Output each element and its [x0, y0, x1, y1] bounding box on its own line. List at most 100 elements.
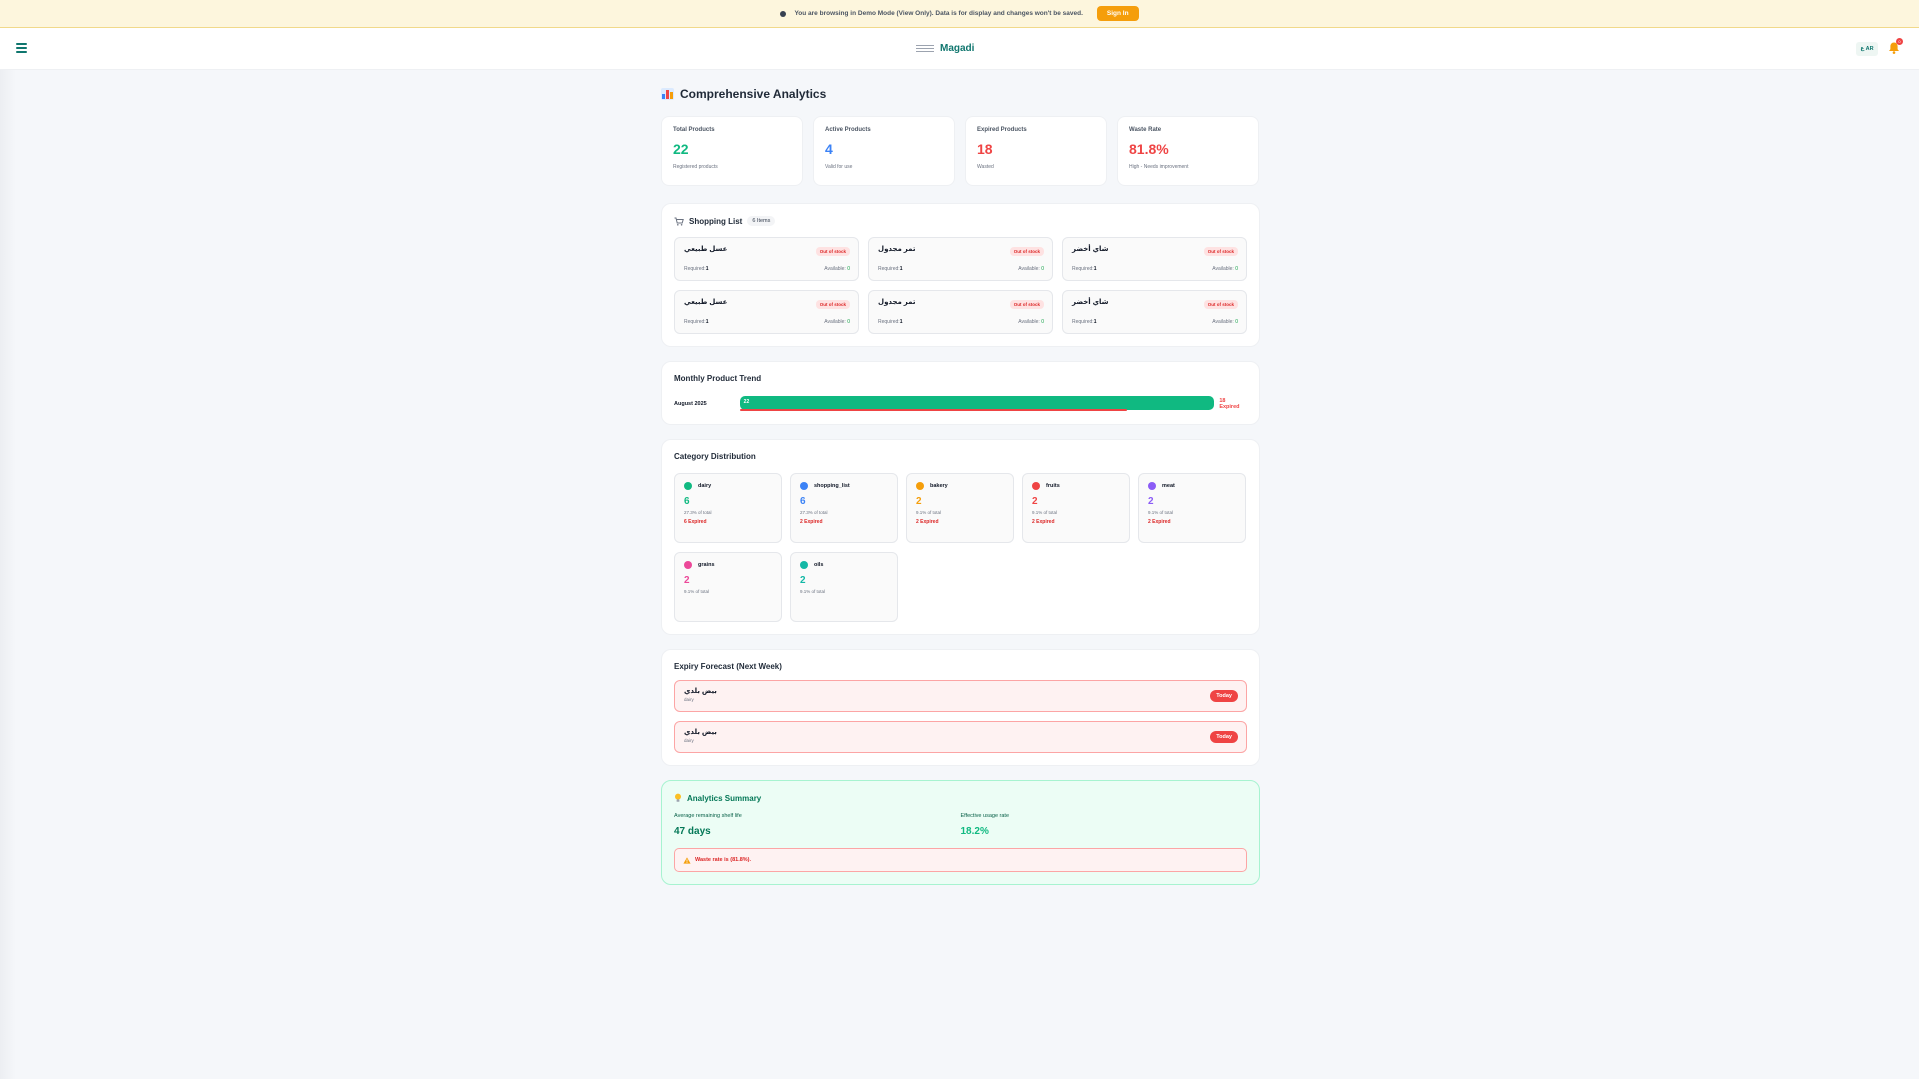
brand-logo-icon: [916, 40, 934, 56]
category-card-oils[interactable]: oils 2 9.1% of total: [790, 552, 898, 622]
sign-in-button[interactable]: Sign In: [1096, 6, 1139, 21]
notifications-button[interactable]: 0: [1887, 38, 1903, 55]
shopping-item[interactable]: عسل طبيعي Out of stock Required:1 Availa…: [674, 290, 859, 334]
brand[interactable]: Magadi: [916, 40, 974, 56]
forecast-item-category: dairy: [684, 738, 694, 743]
required-qty: Required:1: [684, 319, 708, 325]
category-percent: 27.3% of total: [684, 510, 712, 515]
category-percent: 9.1% of total: [916, 510, 942, 515]
required-label: Required:: [878, 319, 900, 325]
required-qty: Required:1: [878, 266, 902, 272]
category-card-grains[interactable]: grains 2 9.1% of total: [674, 552, 782, 622]
bar-chart-icon: [661, 88, 674, 100]
required-label: Required:: [1072, 319, 1094, 325]
category-count: 2: [1032, 496, 1038, 507]
stat-card-waste-rate: Waste Rate 81.8% High - Needs improvemen…: [1117, 116, 1259, 186]
available-value: 0: [1235, 266, 1238, 272]
category-expired: 2 Expired: [1148, 519, 1171, 525]
category-color-dot: [916, 482, 924, 490]
trend-month: August 2025: [674, 401, 707, 407]
stat-value: 81.8%: [1129, 141, 1169, 157]
category-expired: 6 Expired: [684, 519, 707, 525]
required-label: Required:: [878, 266, 900, 272]
category-count: 2: [684, 575, 690, 586]
page-title-text: Comprehensive Analytics: [680, 87, 827, 101]
analytics-summary-title-text: Analytics Summary: [687, 793, 762, 803]
category-percent: 9.1% of total: [1148, 510, 1174, 515]
trend-expired-bar: [739, 409, 1128, 411]
out-of-stock-badge: Out of stock: [815, 300, 850, 309]
stat-value: 4: [825, 141, 833, 157]
shopping-item[interactable]: تمر مجدول Out of stock Required:1 Availa…: [868, 290, 1053, 334]
forecast-item-category: dairy: [684, 697, 694, 702]
category-expired: 2 Expired: [916, 519, 939, 525]
category-color-dot: [800, 561, 808, 569]
stat-label: Total Products: [673, 127, 715, 133]
shopping-item[interactable]: شاي أخضر Out of stock Required:1 Availab…: [1062, 290, 1247, 334]
category-name: fruits: [1046, 483, 1060, 489]
available-qty: Available: 0: [1212, 266, 1238, 272]
category-color-dot: [800, 482, 808, 490]
shelf-life-value: 47 days: [674, 826, 711, 837]
stat-subtext: Wasted: [977, 164, 994, 170]
shopping-list-count: 6 Items: [747, 216, 776, 226]
available-qty: Available: 0: [1018, 319, 1044, 325]
category-percent: 9.1% of total: [1032, 510, 1058, 515]
category-card-bakery[interactable]: bakery 2 9.1% of total 2 Expired: [906, 473, 1014, 543]
trend-total-bar: 22: [739, 396, 1214, 410]
required-value: 1: [1093, 319, 1097, 325]
category-distribution-title: Category Distribution: [674, 452, 756, 461]
category-expired: 2 Expired: [1032, 519, 1055, 525]
category-count: 2: [1148, 496, 1154, 507]
required-qty: Required:1: [878, 319, 902, 325]
category-count: 6: [684, 496, 690, 507]
stat-card-active-products: Active Products 4 Valid for use: [813, 116, 955, 186]
hamburger-icon[interactable]: [16, 43, 27, 53]
required-qty: Required:1: [1072, 266, 1096, 272]
out-of-stock-badge: Out of stock: [815, 247, 850, 256]
out-of-stock-badge: Out of stock: [1009, 247, 1044, 256]
category-card-shopping-list[interactable]: shopping_list 6 27.3% of total 2 Expired: [790, 473, 898, 543]
category-color-dot: [1032, 482, 1040, 490]
available-value: 0: [1041, 319, 1044, 325]
required-qty: Required:1: [684, 266, 708, 272]
category-count: 2: [800, 575, 806, 586]
trend-row: August 2025 22 18 Expired: [674, 396, 1247, 412]
category-distribution-card: Category Distribution dairy 6 27.3% of t…: [661, 439, 1260, 635]
info-dot-icon: [780, 10, 787, 17]
forecast-item[interactable]: بيض بلدي dairy Today: [674, 680, 1247, 712]
shopping-item[interactable]: شاي أخضر Out of stock Required:1 Availab…: [1062, 237, 1247, 281]
waste-rate-warning: Waste rate is (81.8%).: [674, 848, 1247, 872]
language-toggle-button[interactable]: ع AR: [1856, 42, 1878, 56]
stat-label: Active Products: [825, 127, 871, 133]
category-name: grains: [698, 562, 715, 568]
analytics-summary-title: Analytics Summary: [674, 793, 1247, 803]
notification-count-badge: 0: [1896, 38, 1903, 45]
analytics-summary-card: Analytics Summary Average remaining shel…: [661, 780, 1260, 885]
category-card-meat[interactable]: meat 2 9.1% of total 2 Expired: [1138, 473, 1246, 543]
shopping-item[interactable]: تمر مجدول Out of stock Required:1 Availa…: [868, 237, 1053, 281]
required-qty: Required:1: [1072, 319, 1096, 325]
forecast-item[interactable]: بيض بلدي dairy Today: [674, 721, 1247, 753]
shopping-list-card: Shopping List 6 Items عسل طبيعي Out of s…: [661, 203, 1260, 347]
category-card-fruits[interactable]: fruits 2 9.1% of total 2 Expired: [1022, 473, 1130, 543]
stat-label: Expired Products: [977, 127, 1027, 133]
category-card-dairy[interactable]: dairy 6 27.3% of total 6 Expired: [674, 473, 782, 543]
available-qty: Available: 0: [1018, 266, 1044, 272]
page-title: Comprehensive Analytics: [661, 84, 1260, 104]
summary-metrics: Average remaining shelf life 47 days Eff…: [674, 813, 1247, 837]
usage-rate-value: 18.2%: [960, 826, 989, 837]
stat-subtext: Registered products: [673, 164, 718, 170]
shelf-life-label: Average remaining shelf life: [674, 813, 742, 819]
trend-bar-track: 22: [739, 396, 1214, 412]
category-color-dot: [684, 482, 692, 490]
category-count: 2: [916, 496, 922, 507]
expiry-today-badge: Today: [1210, 690, 1238, 702]
available-label: Available:: [1018, 266, 1040, 272]
shopping-item[interactable]: عسل طبيعي Out of stock Required:1 Availa…: [674, 237, 859, 281]
available-value: 0: [1041, 266, 1044, 272]
category-grid: dairy 6 27.3% of total 6 Expired shoppin…: [674, 473, 1247, 622]
category-name: dairy: [698, 483, 712, 489]
sidebar-edge: [0, 70, 16, 1079]
stat-subtext: High - Needs improvement: [1129, 164, 1189, 170]
